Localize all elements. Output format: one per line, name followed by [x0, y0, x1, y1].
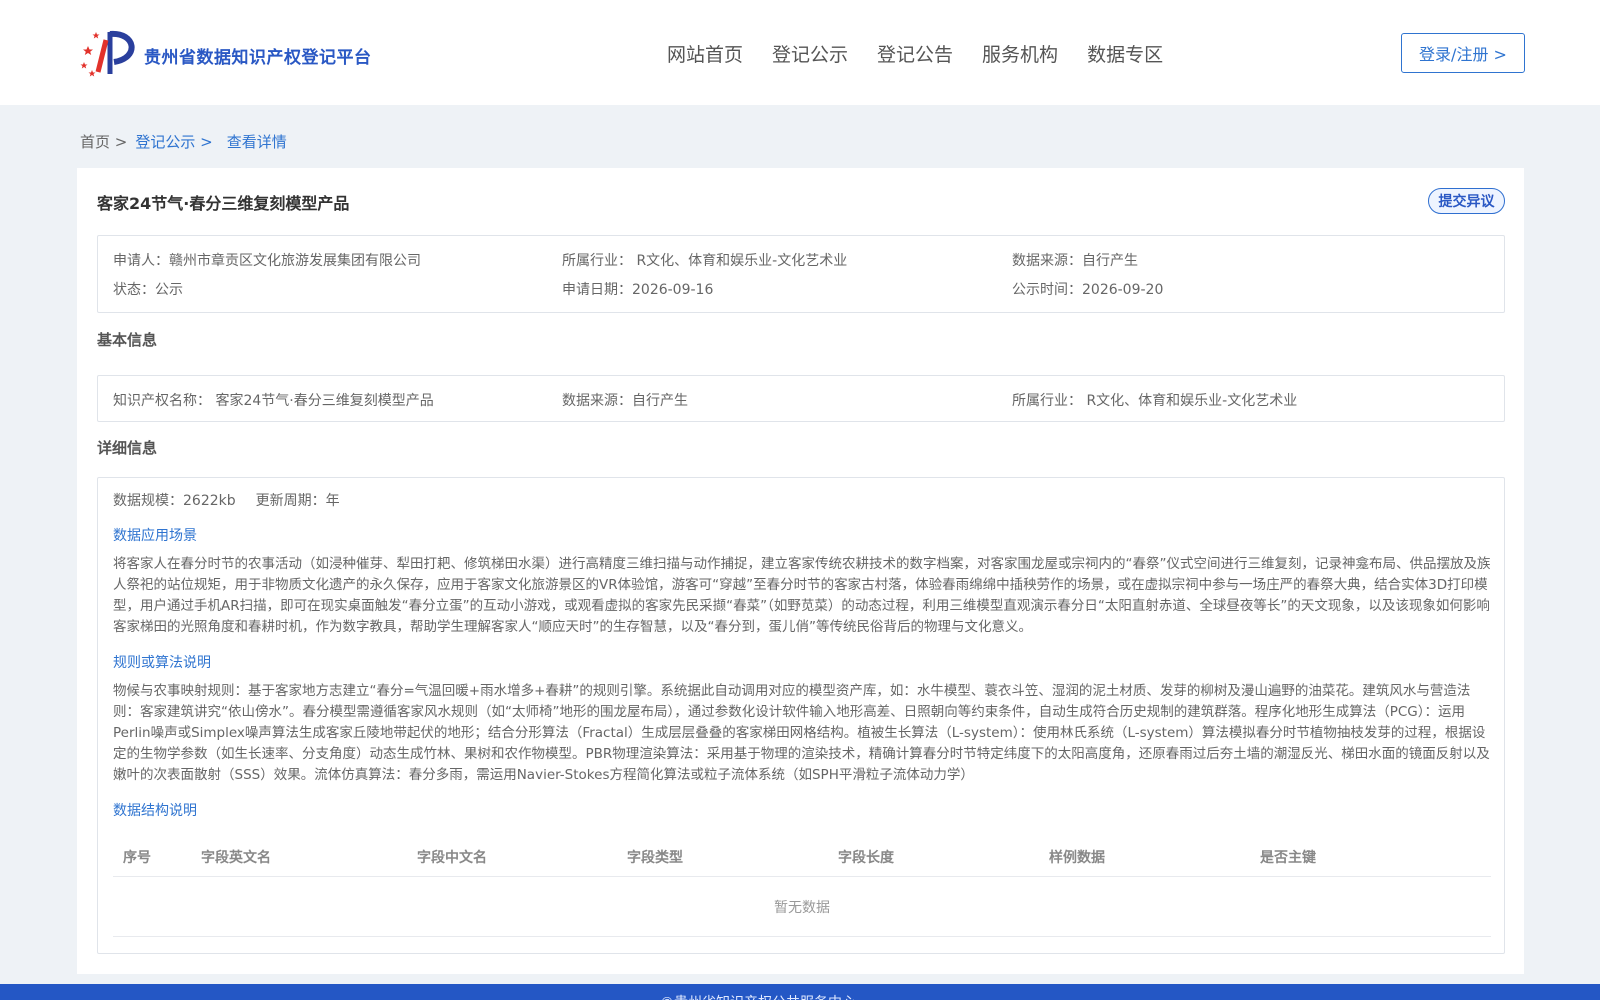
nav-home[interactable]: 网站首页: [667, 40, 743, 67]
footer-text: ©贵州省知识产权公共服务中心: [660, 992, 856, 1000]
basic-info-box: 知识产权名称： 客家24节气·春分三维复刻模型产品 数据来源：自行产生 所属行业…: [97, 375, 1505, 422]
data-structure-table: 序号 字段英文名 字段中文名 字段类型 字段长度 样例数据 是否主键 暂无数据: [113, 835, 1491, 937]
basic-info-heading: 基本信息: [97, 331, 158, 349]
breadcrumb-current: 查看详情: [226, 133, 287, 151]
breadcrumb: 首页 > 登记公示 > 查看详情: [80, 131, 287, 152]
basic-source-field: 数据来源：自行产生: [562, 393, 688, 409]
col-field-length: 字段长度: [838, 850, 894, 866]
breadcrumb-publicity[interactable]: 登记公示 >: [135, 131, 212, 152]
rule-heading: 规则或算法说明: [113, 655, 211, 671]
source-field: 数据来源：自行产生: [1012, 253, 1138, 269]
nav-data-zone[interactable]: 数据专区: [1087, 40, 1163, 67]
applicant-field: 申请人：赣州市章贡区文化旅游发展集团有限公司: [113, 253, 421, 269]
structure-heading: 数据结构说明: [113, 803, 197, 819]
col-field-en: 字段英文名: [201, 850, 271, 866]
rule-text: 物候与农事映射规则：基于客家地方志建立“春分=气温回暖+雨水增多+春耕”的规则引…: [113, 683, 1490, 783]
nav-registration-publicity[interactable]: 登记公示: [772, 40, 848, 67]
login-register-button[interactable]: 登录/注册 >: [1401, 33, 1525, 73]
platform-logo-icon[interactable]: [80, 28, 138, 78]
scenario-text: 将客家人在春分时节的农事活动（如浸种催芽、犁田打耙、修筑梯田水渠）进行高精度三维…: [113, 556, 1491, 635]
summary-box: 申请人：赣州市章贡区文化旅游发展集团有限公司 所属行业： R文化、体育和娱乐业-…: [97, 235, 1505, 313]
col-field-type: 字段类型: [627, 850, 683, 866]
detail-info-heading: 详细信息: [97, 439, 158, 457]
table-empty-state: 暂无数据: [113, 877, 1491, 937]
main-nav: 网站首页 登记公示 登记公告 服务机构 数据专区: [667, 40, 1192, 67]
update-cycle: 更新周期：年: [255, 493, 340, 509]
data-scale: 数据规模：2622kb: [113, 493, 236, 509]
scale-cycle-line: 数据规模：2622kb 更新周期：年: [113, 490, 340, 510]
submit-objection-button[interactable]: 提交异议: [1428, 188, 1505, 214]
scenario-heading: 数据应用场景: [113, 528, 197, 544]
detail-info-box: 数据规模：2622kb 更新周期：年 数据应用场景 将客家人在春分时节的农事活动（…: [97, 477, 1505, 954]
publish-date-field: 公示时间：2026-09-20: [1012, 282, 1164, 298]
top-header: 贵州省数据知识产权登记平台 网站首页 登记公示 登记公告 服务机构 数据专区 登…: [0, 0, 1600, 105]
col-sample-data: 样例数据: [1049, 850, 1105, 866]
page-footer: ©贵州省知识产权公共服务中心: [0, 984, 1600, 1000]
col-index: 序号: [123, 850, 151, 866]
breadcrumb-home[interactable]: 首页 >: [80, 131, 127, 152]
ip-name-field: 知识产权名称： 客家24节气·春分三维复刻模型产品: [113, 393, 434, 409]
status-field: 状态：公示: [113, 282, 183, 298]
apply-date-field: 申请日期：2026-09-16: [562, 282, 714, 298]
basic-industry-field: 所属行业： R文化、体育和娱乐业-文化艺术业: [1012, 393, 1298, 409]
page-title: 客家24节气·春分三维复刻模型产品: [97, 194, 350, 213]
nav-service-agencies[interactable]: 服务机构: [982, 40, 1058, 67]
table-header: 序号 字段英文名 字段中文名 字段类型 字段长度 样例数据 是否主键: [113, 835, 1491, 877]
nav-registration-announcement[interactable]: 登记公告: [877, 40, 953, 67]
col-primary-key: 是否主键: [1260, 850, 1316, 866]
industry-field: 所属行业： R文化、体育和娱乐业-文化艺术业: [562, 253, 848, 269]
col-field-cn: 字段中文名: [417, 850, 487, 866]
platform-name[interactable]: 贵州省数据知识产权登记平台: [144, 43, 372, 68]
detail-card: 客家24节气·春分三维复刻模型产品 提交异议 申请人：赣州市章贡区文化旅游发展集…: [77, 168, 1524, 974]
